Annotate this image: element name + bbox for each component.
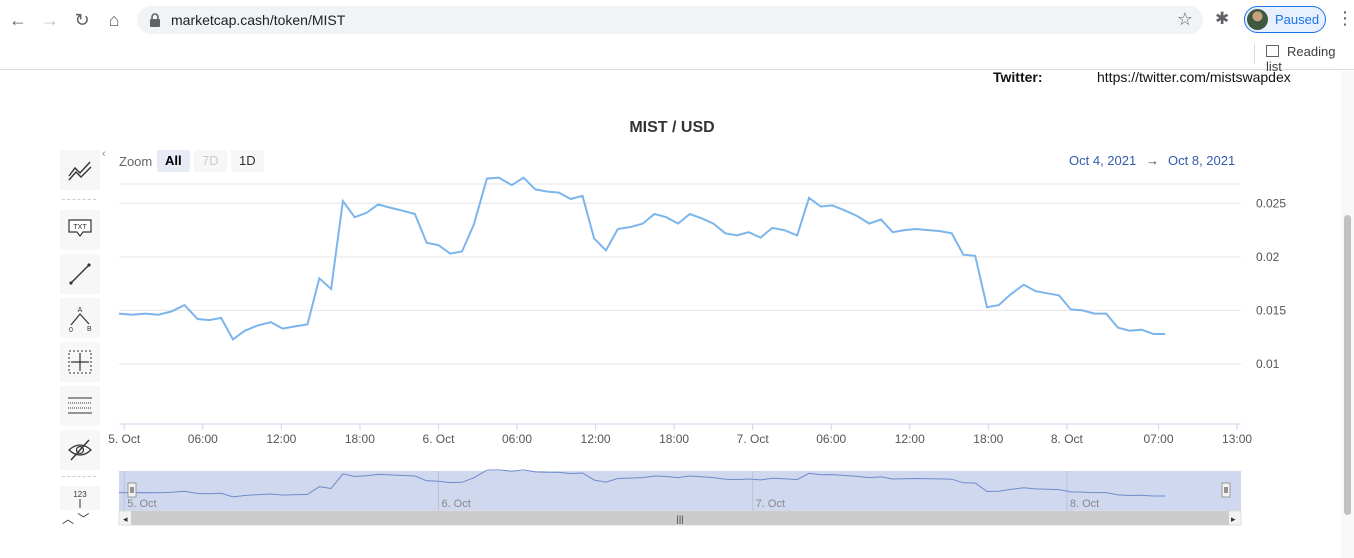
forward-icon[interactable]: → — [38, 8, 62, 32]
x-tick-label: 12:00 — [895, 432, 925, 446]
home-icon[interactable]: ⌂ — [102, 8, 126, 32]
twitter-link[interactable]: https://twitter.com/mistswapdex — [1097, 69, 1291, 85]
zoom-7d-button[interactable]: 7D — [194, 150, 227, 172]
svg-text:0: 0 — [69, 327, 73, 332]
toolbar-divider — [62, 199, 96, 200]
y-axis: 0.025 0.02 0.015 0.01 — [1256, 196, 1286, 371]
bookmarks-divider — [1254, 44, 1255, 64]
x-tick-label: 8. Oct — [1051, 432, 1084, 446]
navigator-label: 6. Oct — [441, 498, 470, 510]
range-to-input[interactable]: Oct 8, 2021 — [1168, 153, 1235, 168]
browser-toolbar: ← → ↻ ⌂ marketcap.cash/token/MIST ☆ ✱ Pa… — [0, 0, 1354, 40]
text-annotation-tool[interactable]: TXT — [60, 210, 100, 250]
navigator-handle — [127, 482, 137, 498]
navigator: 5. Oct 6. Oct 7. Oct 8. Oct ◂ ▸ ||| — [118, 469, 1242, 526]
line-tool[interactable] — [60, 254, 100, 294]
drawing-toolbar: ‹ TXT A 0 B 123 ︿ ﹀ — [58, 148, 106, 528]
lock-icon — [150, 13, 160, 27]
y-tick-label: 0.02 — [1256, 250, 1280, 264]
svg-text:A: A — [78, 307, 83, 314]
collapse-toolbar-icon[interactable]: ‹ — [102, 148, 106, 160]
text-annotation-icon: TXT — [68, 219, 92, 237]
chart-title: MIST / USD — [629, 119, 715, 136]
line-icon — [69, 263, 91, 285]
indicators-tool[interactable] — [60, 150, 100, 190]
navigator-series-line — [118, 469, 1166, 498]
counter-tool[interactable]: 123 — [60, 486, 100, 510]
extensions-puzzle-icon[interactable]: ✱ — [1215, 9, 1229, 29]
zoom-1d-button[interactable]: 1D — [231, 150, 264, 172]
gridlines-icon — [68, 397, 92, 414]
zoom-all-button[interactable]: All — [157, 150, 190, 172]
x-tick-label: 06:00 — [816, 432, 846, 446]
navigator-handle — [1221, 482, 1231, 498]
page-scrollbar-thumb[interactable] — [1344, 215, 1351, 515]
avatar — [1247, 9, 1268, 30]
scroll-grip-icon: ||| — [676, 514, 683, 524]
profile-button[interactable]: Paused — [1244, 6, 1326, 33]
x-tick-label: 7. Oct — [737, 432, 770, 446]
scroll-left-icon: ◂ — [123, 514, 128, 524]
x-tick-label: 18:00 — [659, 432, 689, 446]
x-axis: 5. Oct 06:00 12:00 18:00 6. Oct 06:00 12:00 18:… — [108, 424, 1252, 446]
y-tick-label: 0.025 — [1256, 196, 1286, 210]
x-tick-label: 18:00 — [345, 432, 375, 446]
x-tick-label: 12:00 — [266, 432, 296, 446]
toolbar-scroll-arrows[interactable]: ︿ ﹀ — [62, 510, 89, 527]
back-icon[interactable]: ← — [6, 8, 30, 32]
x-tick-label: 13:00 — [1222, 432, 1252, 446]
y-tick-label: 0.01 — [1256, 357, 1280, 371]
fibonacci-tool[interactable]: A 0 B — [60, 298, 100, 338]
pattern-abc-icon: A 0 B — [69, 307, 92, 332]
txt-label: TXT — [73, 224, 87, 231]
reading-list-icon — [1266, 45, 1279, 57]
x-tick-label: 6. Oct — [422, 432, 455, 446]
scroll-right-icon: ▸ — [1231, 514, 1236, 524]
profile-status-label: Paused — [1275, 12, 1320, 27]
url-text: marketcap.cash/token/MIST — [171, 12, 346, 28]
y-tick-label: 0.015 — [1256, 303, 1286, 317]
measure-icon — [68, 350, 92, 374]
counter-icon: 123 — [73, 490, 87, 508]
x-tick-label: 5. Oct — [108, 432, 141, 446]
x-tick-label: 06:00 — [502, 432, 532, 446]
address-bar[interactable]: marketcap.cash/token/MIST ☆ — [137, 6, 1203, 34]
range-from-input[interactable]: Oct 4, 2021 — [1069, 153, 1136, 168]
navigator-scrollbar-track — [118, 510, 1242, 526]
x-tick-label: 12:00 — [581, 432, 611, 446]
counter-label: 123 — [73, 490, 87, 499]
navigator-scrollbar-thumb — [131, 511, 1229, 525]
navigator-label: 7. Oct — [756, 498, 785, 510]
x-tick-label: 06:00 — [188, 432, 218, 446]
svg-text:B: B — [87, 326, 92, 332]
more-menu-icon[interactable]: ⋮ — [1336, 8, 1354, 29]
bookmark-star-icon[interactable]: ☆ — [1177, 9, 1193, 30]
indicators-icon — [68, 161, 92, 181]
measure-tool[interactable] — [60, 342, 100, 382]
navigator-label: 8. Oct — [1070, 498, 1099, 510]
chart-gridlines — [119, 183, 1241, 425]
range-arrow: → — [1146, 153, 1159, 168]
toolbar-divider — [62, 476, 96, 477]
toggle-annotations-tool[interactable] — [60, 430, 100, 470]
eye-off-icon — [68, 439, 92, 461]
x-tick-label: 07:00 — [1144, 432, 1174, 446]
navigator-label: 5. Oct — [127, 498, 156, 510]
price-series-line — [118, 176, 1166, 341]
gridlines-tool[interactable] — [60, 386, 100, 426]
bookmarks-bar: Reading list — [0, 40, 1354, 74]
x-tick-label: 18:00 — [973, 432, 1003, 446]
navigator-selection — [119, 471, 1241, 511]
twitter-label: Twitter: — [993, 69, 1043, 85]
zoom-label: Zoom — [119, 154, 153, 169]
reload-icon[interactable]: ↻ — [70, 8, 94, 32]
